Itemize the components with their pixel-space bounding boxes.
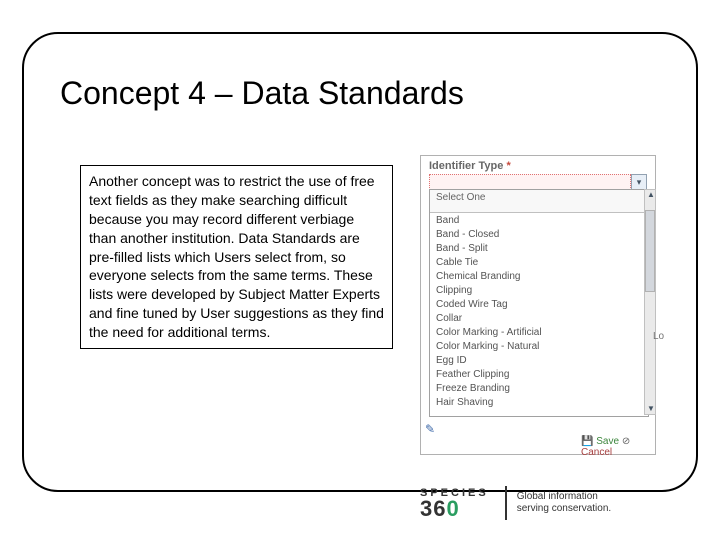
dropdown-toggle-button[interactable]: ▾ [631, 174, 647, 190]
logo-36: 36 [420, 496, 446, 521]
dropdown-option[interactable]: Coded Wire Tag [430, 297, 648, 311]
footer: SPECIES 360 Global information serving c… [420, 486, 611, 520]
dropdown-option[interactable]: Chemical Branding [430, 269, 648, 283]
logo-360-text: 360 [420, 499, 489, 519]
tagline-line2: serving conservation. [517, 503, 612, 515]
scroll-thumb[interactable] [645, 210, 655, 292]
footer-tagline: Global information serving conservation. [517, 491, 612, 515]
required-asterisk: * [506, 160, 510, 172]
save-icon: 💾 [581, 436, 593, 447]
dropdown-panel: Select One Band Band - Closed Band - Spl… [429, 189, 649, 417]
dropdown-header: Select One [430, 190, 648, 213]
dropdown-option[interactable]: Hair Shaving [430, 395, 648, 409]
side-truncated-label: Lo [653, 331, 664, 342]
logo-zero: 0 [446, 496, 459, 521]
dropdown-scrollbar[interactable]: ▲ ▼ [644, 189, 656, 415]
field-label: Identifier Type * [429, 160, 511, 172]
cancel-icon: ⊘ [622, 436, 630, 447]
dropdown-option[interactable]: Clipping [430, 283, 648, 297]
field-label-text: Identifier Type [429, 160, 503, 172]
dropdown-option[interactable]: Band [430, 213, 648, 227]
chevron-down-icon: ▾ [637, 177, 642, 187]
dropdown-option[interactable]: Feather Clipping [430, 367, 648, 381]
footer-divider [505, 486, 507, 520]
dropdown-option[interactable]: Collar [430, 311, 648, 325]
body-textbox: Another concept was to restrict the use … [80, 165, 393, 349]
dropdown-option[interactable]: Band - Split [430, 241, 648, 255]
form-panel: Identifier Type * ▾ Select One Band Band… [420, 155, 656, 455]
species360-logo: SPECIES 360 [420, 487, 495, 519]
tagline-line1: Global information [517, 491, 612, 503]
dropdown-option[interactable]: Color Marking - Natural [430, 339, 648, 353]
save-button[interactable]: Save [596, 436, 619, 447]
slide: Concept 4 – Data Standards Another conce… [0, 0, 720, 540]
note-icon[interactable]: ✎ [425, 422, 435, 436]
dropdown-list: Band Band - Closed Band - Split Cable Ti… [430, 213, 648, 419]
action-bar: 💾 Save ⊘ Cancel [581, 436, 655, 458]
identifier-type-input[interactable] [429, 174, 631, 190]
scroll-down-arrow-icon[interactable]: ▼ [646, 404, 656, 414]
dropdown-option[interactable]: Band - Closed [430, 227, 648, 241]
scroll-up-arrow-icon[interactable]: ▲ [646, 190, 656, 200]
cancel-button[interactable]: Cancel [581, 447, 612, 458]
dropdown-option[interactable]: Egg ID [430, 353, 648, 367]
slide-title: Concept 4 – Data Standards [60, 75, 464, 112]
dropdown-option[interactable]: Color Marking - Artificial [430, 325, 648, 339]
dropdown-option[interactable]: Cable Tie [430, 255, 648, 269]
dropdown-option[interactable]: Freeze Branding [430, 381, 648, 395]
